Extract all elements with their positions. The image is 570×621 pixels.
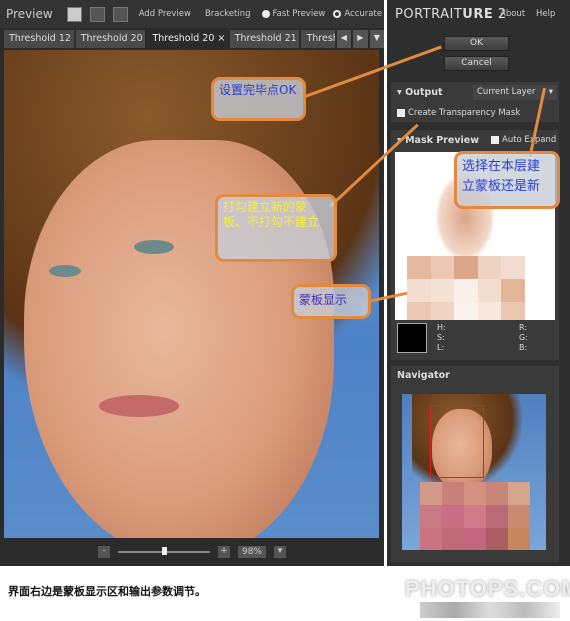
- zoom-slider[interactable]: [117, 547, 210, 555]
- cancel-button[interactable]: Cancel: [444, 56, 509, 71]
- tab-threshold-20[interactable]: Threshold 20: [75, 30, 146, 48]
- callout-mask: 打勾建立新的蒙板、不打勾不建立: [215, 194, 337, 262]
- output-header[interactable]: ▾ Output: [397, 87, 443, 98]
- preview-tabs: Threshold 12 Threshold 20 Threshold 20 ×…: [4, 30, 384, 48]
- fast-preview-radio[interactable]: Fast Preview: [261, 9, 326, 19]
- tab-next-icon[interactable]: ▶: [353, 30, 368, 48]
- watermark-mosaic: [420, 602, 560, 618]
- tab-threshold-12[interactable]: Threshold 12: [4, 30, 74, 48]
- preview-toolbar: Preview Add Preview Bracketing Fast Prev…: [0, 0, 384, 28]
- callout-display: 蒙板显示: [291, 284, 371, 319]
- rgb-readout: R: G: B:: [519, 323, 528, 352]
- tab-menu-icon[interactable]: ▼: [369, 30, 384, 48]
- hsl-readout: H: S: L:: [437, 323, 446, 352]
- navigator-viewport[interactable]: [430, 405, 484, 478]
- tab-threshold-more[interactable]: Thresh: [301, 30, 335, 48]
- accurate-radio[interactable]: Accurate: [333, 9, 382, 19]
- ok-button[interactable]: OK: [444, 36, 509, 51]
- zoom-in-button[interactable]: +: [217, 546, 230, 558]
- zoom-bar: - + 98% ▾: [0, 538, 384, 566]
- about-link[interactable]: About: [500, 9, 525, 19]
- navigator-thumbnail[interactable]: [402, 394, 546, 550]
- preview-title: Preview: [6, 7, 53, 21]
- split-vertical-icon[interactable]: [112, 6, 128, 22]
- single-view-icon[interactable]: [66, 6, 82, 22]
- tab-threshold-21[interactable]: Threshold 21: [229, 30, 300, 48]
- callout-layer: 选择在本层建立蒙板还是新: [454, 151, 560, 209]
- help-link[interactable]: Help: [536, 9, 555, 19]
- zoom-dropdown-icon[interactable]: ▾: [274, 546, 286, 558]
- app-logo: PORTRAITURE 2: [395, 7, 507, 22]
- zoom-value[interactable]: 98%: [237, 546, 266, 558]
- navigator-header: Navigator: [397, 370, 450, 381]
- caption: 界面右边是蒙板显示区和输出参数调节。: [8, 585, 206, 598]
- bracketing-button[interactable]: Bracketing: [202, 9, 254, 19]
- accurate-label: Accurate: [344, 9, 383, 19]
- split-horizontal-icon[interactable]: [89, 6, 105, 22]
- fast-preview-label: Fast Preview: [272, 9, 326, 19]
- zoom-out-button[interactable]: -: [97, 546, 110, 558]
- mask-preview-header[interactable]: ▾ Mask Preview: [397, 135, 479, 146]
- tab-threshold-20-active[interactable]: Threshold 20 ×: [147, 30, 228, 48]
- callout-ok: 设置完毕点OK: [211, 77, 306, 121]
- output-panel: ▾ Output Current Layer ▾ Create Transpare…: [391, 82, 559, 122]
- transparency-mask-checkbox[interactable]: Create Transparency Mask: [397, 108, 520, 118]
- add-preview-button[interactable]: Add Preview: [136, 9, 194, 19]
- color-swatch: [397, 323, 427, 353]
- tab-prev-icon[interactable]: ◀: [336, 30, 352, 48]
- auto-expand-checkbox[interactable]: Auto Expand: [491, 135, 556, 145]
- watermark: PHOTOPS.COM: [405, 576, 570, 601]
